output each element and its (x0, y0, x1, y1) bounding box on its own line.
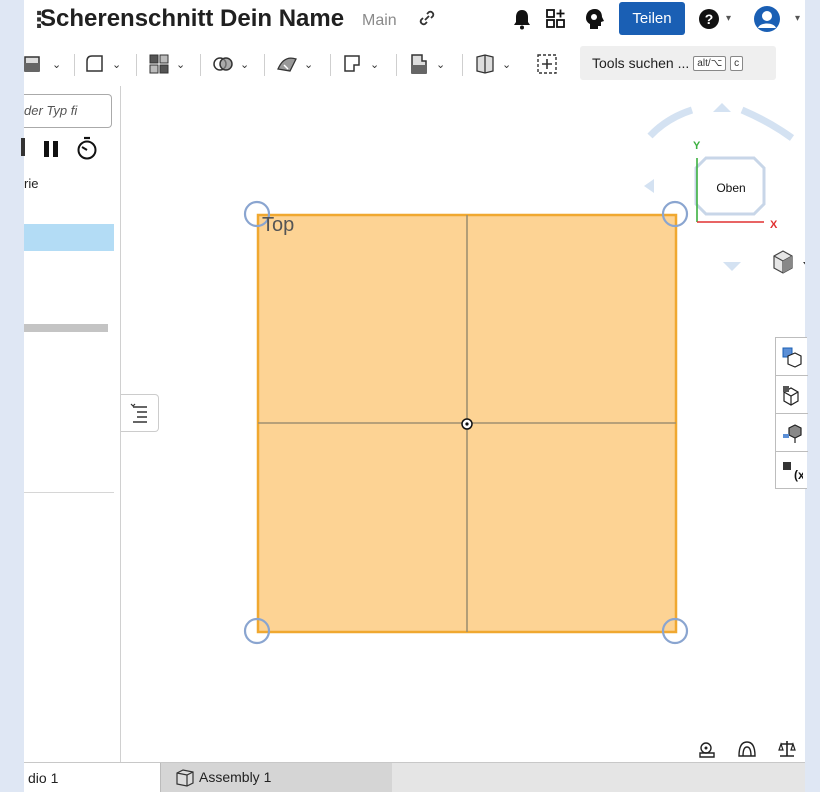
svg-text:?: ? (705, 11, 714, 27)
render-mode-icon (783, 385, 799, 406)
stopwatch-icon[interactable] (76, 136, 98, 160)
help-icon[interactable]: ? (698, 8, 720, 30)
curvature-icon (738, 741, 756, 757)
tools-search-label: Tools suchen ... (592, 55, 690, 71)
branch-name[interactable]: Main (362, 12, 397, 30)
chevron-down-icon[interactable]: ⌄ (112, 58, 121, 71)
user-avatar-icon[interactable] (753, 5, 781, 33)
feature-list-panel: der Typ fi rie (21, 86, 121, 762)
toolbar-divider (264, 54, 265, 76)
tab-bar: dio 1 Assembly 1 (24, 762, 805, 792)
link-icon[interactable] (417, 8, 437, 33)
custom-feature-button[interactable] (536, 52, 558, 76)
rollback-controls (21, 136, 121, 160)
mass-properties-button[interactable] (776, 738, 798, 758)
custom-feature-icon (537, 54, 557, 74)
rotate-arc-left (647, 106, 694, 139)
toolbar-divider (396, 54, 397, 76)
variables-button[interactable]: (x) (776, 452, 808, 490)
app-window: ⋮ Scherenschnitt Dein Name Main Teilen ?… (21, 0, 808, 792)
shortcut-key: c (730, 55, 744, 71)
toolbar-divider (462, 54, 463, 76)
surface-tool[interactable]: ⌄ (276, 52, 313, 76)
part-studio-icon (476, 54, 494, 74)
graphics-viewport[interactable]: Oben Y X Top (122, 86, 805, 762)
sheet-metal-tool[interactable]: ⌄ (342, 52, 379, 76)
svg-text:(x): (x) (794, 468, 803, 482)
view-cube-face-label: Oben (716, 181, 745, 195)
scale-icon (778, 741, 796, 757)
frame-tool[interactable]: ⌄ (408, 52, 445, 76)
viewport-canvas: Oben Y X (243, 103, 805, 645)
plane-icon (24, 56, 40, 72)
sheet-metal-icon (344, 55, 360, 72)
measure-tape-icon (699, 742, 715, 758)
origin-point-center (465, 422, 469, 426)
boolean-tool[interactable]: ⌄ (212, 52, 249, 76)
learning-center-icon[interactable] (584, 8, 606, 30)
tools-search-button[interactable]: Tools suchen ... alt/⌥ c (580, 46, 776, 80)
part-studio-tool[interactable]: ⌄ (474, 52, 511, 76)
rollback-bar[interactable] (24, 324, 108, 332)
share-button[interactable]: Teilen (619, 2, 685, 35)
rollback-edge-icon[interactable] (21, 138, 25, 156)
explode-view-icon (783, 423, 802, 443)
rotate-arc-right (740, 106, 795, 141)
assembly-icon (176, 769, 194, 787)
feature-filter-input[interactable]: der Typ fi (24, 94, 112, 128)
arrow-down-icon (723, 262, 741, 271)
app-store-icon[interactable] (545, 8, 567, 30)
plane-label: Top (262, 214, 295, 236)
surface-icon (277, 57, 297, 72)
y-axis-label: Y (693, 140, 701, 152)
pause-icon[interactable] (43, 140, 59, 158)
toolbar-divider (136, 54, 137, 76)
arrow-left-icon (644, 179, 654, 193)
chevron-down-icon[interactable]: ⌄ (176, 58, 185, 71)
help-dropdown-icon[interactable]: ▾ (726, 13, 731, 24)
bell-icon[interactable] (512, 8, 532, 30)
history-label: rie (24, 176, 39, 191)
chevron-down-icon[interactable]: ⌄ (240, 58, 249, 71)
render-mode-button[interactable] (776, 376, 808, 414)
selected-feature-row[interactable] (24, 224, 114, 251)
feature-toolbar: ⌄ ⌄ ⌄ ⌄ ⌄ ⌄ ⌄ ⌄ Tools suchen ... alt/⌥ c (24, 44, 805, 84)
right-toolbar: (x) (775, 337, 808, 490)
chevron-down-icon[interactable]: ⌄ (304, 58, 313, 71)
title-bar: ⋮ Scherenschnitt Dein Name Main Teilen ?… (24, 0, 805, 40)
section-view-button[interactable] (776, 338, 808, 376)
user-dropdown-icon[interactable]: ▾ (795, 13, 800, 24)
section-view-icon (782, 347, 802, 368)
fillet-icon (86, 55, 103, 72)
chevron-down-icon[interactable]: ⌄ (502, 58, 511, 71)
pattern-tool[interactable]: ⌄ (148, 52, 185, 76)
frame-icon (411, 54, 427, 74)
tab-part-studio[interactable]: dio 1 (24, 763, 160, 792)
chevron-down-icon[interactable]: ⌄ (52, 58, 61, 71)
arrow-up-icon (713, 103, 731, 112)
tab-assembly[interactable]: Assembly 1 (160, 763, 392, 792)
document-title[interactable]: Scherenschnitt Dein Name (40, 5, 344, 33)
chevron-down-icon[interactable]: ⌄ (370, 58, 379, 71)
measure-button[interactable] (696, 738, 718, 758)
x-axis-label: X (770, 219, 778, 231)
pattern-icon (149, 54, 169, 74)
shortcut-key: alt/⌥ (693, 55, 727, 71)
view-options-icon (773, 250, 805, 274)
plane-tool[interactable]: ⌄ (24, 52, 61, 76)
boolean-icon (213, 57, 233, 71)
panel-divider (24, 492, 114, 493)
chevron-down-icon[interactable]: ⌄ (436, 58, 445, 71)
fillet-tool[interactable]: ⌄ (84, 52, 121, 76)
tab-assembly-label: Assembly 1 (199, 769, 272, 785)
analysis-button[interactable] (736, 738, 758, 758)
explode-view-button[interactable] (776, 414, 808, 452)
toolbar-divider (74, 54, 75, 76)
toolbar-divider (330, 54, 331, 76)
toolbar-divider (200, 54, 201, 76)
variables-icon: (x) (783, 462, 803, 482)
